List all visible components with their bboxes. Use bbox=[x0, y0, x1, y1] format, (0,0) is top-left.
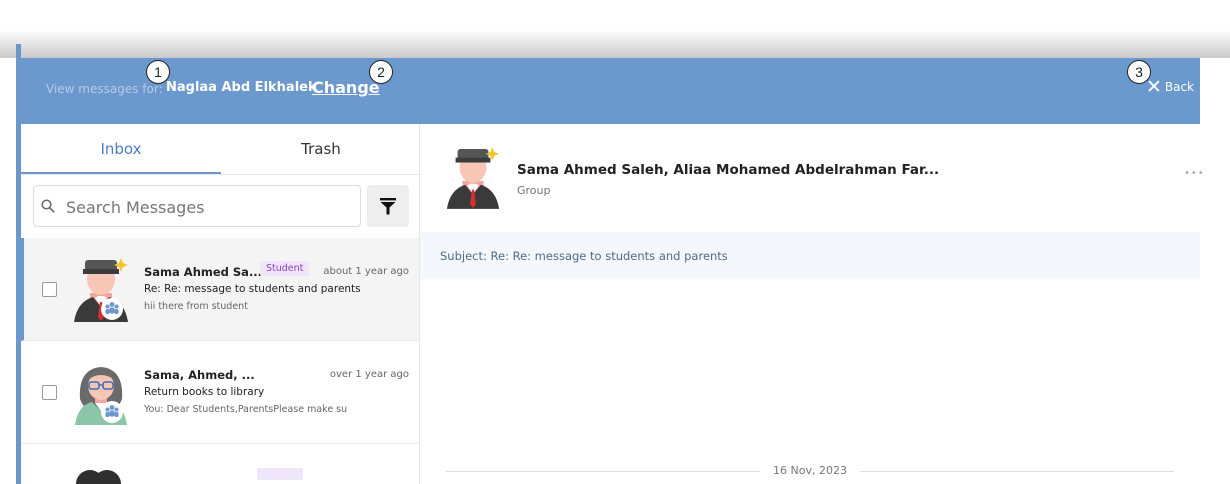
date-divider: 16 Nov, 2023 bbox=[420, 462, 1200, 482]
search-input[interactable] bbox=[64, 194, 348, 220]
message-subject: Re: Re: message to students and parents bbox=[144, 283, 361, 295]
male-student-avatar bbox=[74, 258, 128, 322]
message-list-item[interactable]: Sama, Ahmed, ... over 1 year ago Return … bbox=[21, 341, 419, 444]
change-user-link[interactable]: Change bbox=[312, 78, 380, 97]
view-messages-header: View messages for: Naglaa Abd Elkhalek C… bbox=[21, 58, 1200, 124]
conversation-title: Sama Ahmed Saleh, Aliaa Mohamed Abdelrah… bbox=[517, 162, 940, 178]
filter-icon bbox=[380, 198, 396, 215]
tab-inbox[interactable]: Inbox bbox=[21, 140, 221, 158]
conversation-subject: Subject: Re: Re: message to students and… bbox=[440, 249, 728, 263]
conversation-type: Group bbox=[517, 184, 551, 197]
back-label: Back bbox=[1164, 80, 1194, 94]
view-messages-label: View messages for: bbox=[46, 82, 163, 96]
role-badge bbox=[257, 468, 303, 480]
search-icon bbox=[41, 199, 55, 213]
message-subject: Return books to library bbox=[144, 386, 265, 398]
mailbox-tabs: Inbox Trash bbox=[21, 124, 419, 175]
divider-line bbox=[860, 471, 1174, 472]
message-preview: hii there from student bbox=[144, 301, 248, 312]
callout-2: 2 bbox=[369, 60, 393, 84]
active-tab-indicator bbox=[21, 172, 221, 174]
message-preview: You: Dear Students,ParentsPlease make su bbox=[144, 404, 348, 415]
role-badge: Student bbox=[260, 261, 310, 276]
back-button[interactable]: ✕ Back bbox=[1145, 76, 1194, 98]
message-list-item[interactable]: Sama Ahmed Sa... Student about 1 year ag… bbox=[21, 238, 419, 341]
subject-bar: Subject: Re: Re: message to students and… bbox=[420, 232, 1200, 279]
message-list-pane: Inbox Trash Search Messages Sama Ahmed S… bbox=[21, 124, 420, 484]
message-checkbox[interactable] bbox=[42, 385, 57, 400]
message-date: 16 Nov, 2023 bbox=[773, 464, 847, 477]
male-student-avatar bbox=[446, 147, 500, 209]
callout-1: 1 bbox=[146, 60, 170, 84]
conversation-pane: Sama Ahmed Saleh, Aliaa Mohamed Abdelrah… bbox=[420, 124, 1204, 484]
message-time: about 1 year ago bbox=[323, 266, 409, 277]
filter-button[interactable] bbox=[367, 185, 409, 227]
divider-line bbox=[446, 471, 760, 472]
callout-3: 3 bbox=[1127, 60, 1151, 84]
more-options-icon[interactable]: ••• bbox=[1184, 168, 1205, 179]
close-icon: ✕ bbox=[1145, 76, 1162, 98]
message-list-item-partial[interactable] bbox=[21, 444, 419, 484]
message-sender: Sama Ahmed Sa... bbox=[144, 265, 263, 279]
selected-user-name: Naglaa Abd Elkhalek bbox=[166, 80, 317, 95]
search-box bbox=[33, 185, 361, 227]
message-sender: Sama, Ahmed, ... bbox=[144, 368, 255, 382]
window-top-shade bbox=[0, 0, 1230, 58]
female-teacher-avatar bbox=[75, 367, 127, 425]
message-time: over 1 year ago bbox=[329, 369, 409, 380]
tab-trash[interactable]: Trash bbox=[221, 140, 421, 158]
message-checkbox[interactable] bbox=[42, 282, 57, 297]
